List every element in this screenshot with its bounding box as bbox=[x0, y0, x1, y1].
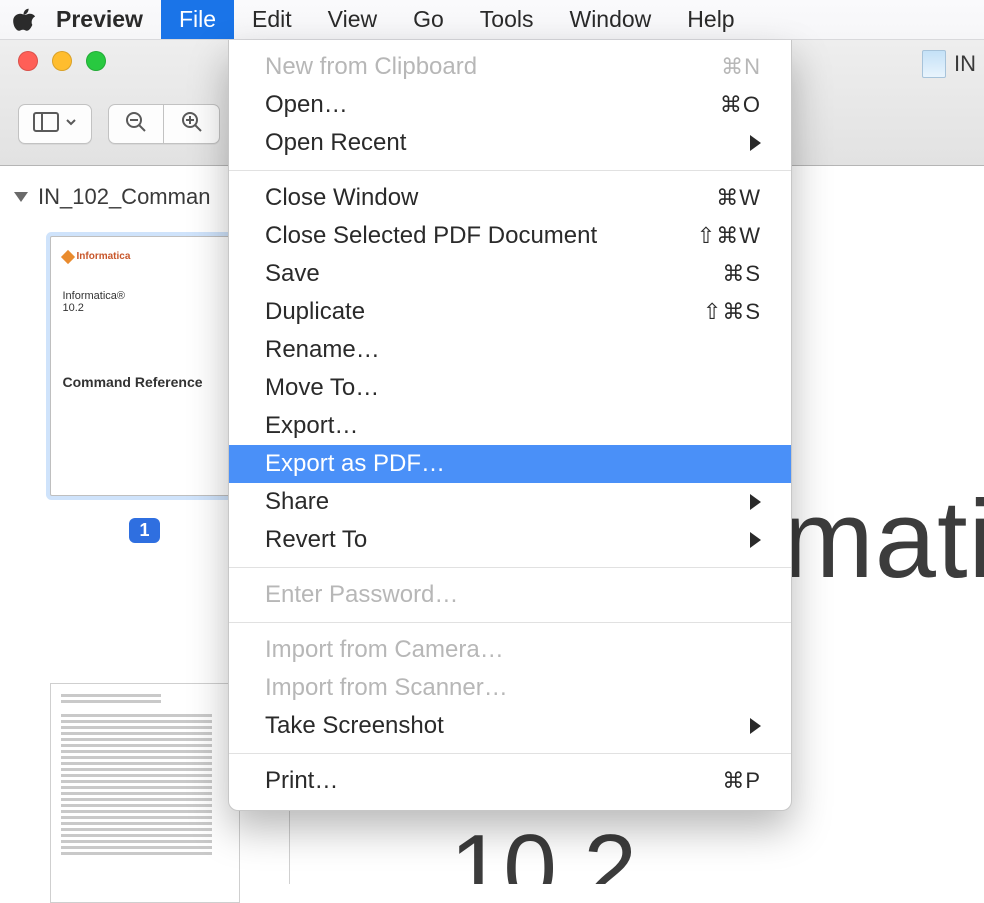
doc-fragment-3: 10 2 bbox=[450, 814, 637, 884]
app-name[interactable]: Preview bbox=[48, 6, 161, 33]
menuitem-enter-password: Enter Password… bbox=[229, 576, 791, 614]
menu-help[interactable]: Help bbox=[669, 0, 752, 39]
menu-file[interactable]: File bbox=[161, 0, 234, 39]
menuitem-label: Enter Password… bbox=[265, 581, 458, 609]
menuitem-open-recent[interactable]: Open Recent bbox=[229, 124, 791, 162]
menuitem-label: Save bbox=[265, 260, 320, 288]
brand-text: Informatica bbox=[77, 251, 131, 262]
thumb-title: Command Reference bbox=[63, 374, 227, 390]
submenu-arrow-icon bbox=[750, 532, 761, 548]
menu-view[interactable]: View bbox=[310, 0, 395, 39]
disclosure-triangle-icon bbox=[14, 192, 28, 202]
menuitem-shortcut: ⌘P bbox=[722, 768, 761, 794]
menuitem-take-screenshot[interactable]: Take Screenshot bbox=[229, 707, 791, 745]
menu-separator bbox=[229, 622, 791, 623]
window-title: IN bbox=[922, 50, 976, 78]
menu-window[interactable]: Window bbox=[551, 0, 669, 39]
thumb-product: Informatica® bbox=[63, 290, 227, 302]
page-number-badge[interactable]: 1 bbox=[129, 518, 159, 543]
menuitem-shortcut: ⌘W bbox=[716, 185, 761, 211]
chevron-down-icon bbox=[65, 115, 77, 133]
menuitem-label: Share bbox=[265, 488, 329, 516]
menuitem-shortcut: ⌘N bbox=[721, 54, 761, 80]
menuitem-export-as-pdf[interactable]: Export as PDF… bbox=[229, 445, 791, 483]
menuitem-label: Import from Scanner… bbox=[265, 674, 508, 702]
window-title-text: IN bbox=[954, 51, 976, 77]
traffic-lights bbox=[18, 51, 106, 71]
menuitem-print[interactable]: Print… ⌘P bbox=[229, 762, 791, 800]
menuitem-export[interactable]: Export… bbox=[229, 407, 791, 445]
menuitem-save[interactable]: Save ⌘S bbox=[229, 255, 791, 293]
menuitem-label: Close Window bbox=[265, 184, 418, 212]
menu-separator bbox=[229, 567, 791, 568]
page-thumbnail-1[interactable]: Informatica Informatica® 10.2 Command Re… bbox=[50, 236, 240, 496]
menuitem-label: Export… bbox=[265, 412, 358, 440]
menuitem-label: Move To… bbox=[265, 374, 379, 402]
menuitem-revert-to[interactable]: Revert To bbox=[229, 521, 791, 559]
submenu-arrow-icon bbox=[750, 494, 761, 510]
menuitem-label: Import from Camera… bbox=[265, 636, 504, 664]
submenu-arrow-icon bbox=[750, 135, 761, 151]
sidebar-doc-name: IN_102_Comman bbox=[38, 184, 210, 210]
sidebar-icon bbox=[33, 112, 59, 137]
menuitem-duplicate[interactable]: Duplicate ⇧⌘S bbox=[229, 293, 791, 331]
menuitem-label: Duplicate bbox=[265, 298, 365, 326]
menu-edit[interactable]: Edit bbox=[234, 0, 310, 39]
thumb-version: 10.2 bbox=[63, 302, 227, 314]
menu-go[interactable]: Go bbox=[395, 0, 462, 39]
menuitem-shortcut: ⌘S bbox=[722, 261, 761, 287]
sidebar-toggle-button[interactable] bbox=[18, 104, 92, 144]
menuitem-import-from-camera: Import from Camera… bbox=[229, 631, 791, 669]
menuitem-close-window[interactable]: Close Window ⌘W bbox=[229, 179, 791, 217]
menu-separator bbox=[229, 753, 791, 754]
zoom-group bbox=[108, 104, 220, 144]
menuitem-close-selected-pdf-document[interactable]: Close Selected PDF Document ⇧⌘W bbox=[229, 217, 791, 255]
zoom-out-icon bbox=[124, 110, 148, 139]
menuitem-import-from-scanner: Import from Scanner… bbox=[229, 669, 791, 707]
menuitem-label: New from Clipboard bbox=[265, 53, 477, 81]
menuitem-open[interactable]: Open… ⌘O bbox=[229, 86, 791, 124]
file-menu-dropdown: New from Clipboard ⌘N Open… ⌘O Open Recent Cl… bbox=[228, 40, 792, 811]
menuitem-share[interactable]: Share bbox=[229, 483, 791, 521]
apple-menu[interactable] bbox=[0, 7, 48, 33]
menuitem-label: Revert To bbox=[265, 526, 367, 554]
menuitem-shortcut: ⇧⌘W bbox=[697, 223, 761, 249]
menubar: Preview FileEditViewGoToolsWindowHelp bbox=[0, 0, 984, 40]
menuitem-label: Open… bbox=[265, 91, 348, 119]
brand-logo-icon bbox=[60, 249, 74, 263]
menuitem-label: Open Recent bbox=[265, 129, 406, 157]
menuitem-new-from-clipboard: New from Clipboard ⌘N bbox=[229, 48, 791, 86]
menuitem-shortcut: ⇧⌘S bbox=[703, 299, 761, 325]
document-icon bbox=[922, 50, 946, 78]
menuitem-move-to[interactable]: Move To… bbox=[229, 369, 791, 407]
zoom-in-icon bbox=[180, 110, 204, 139]
menu-separator bbox=[229, 170, 791, 171]
menuitem-rename[interactable]: Rename… bbox=[229, 331, 791, 369]
menuitem-shortcut: ⌘O bbox=[720, 92, 761, 118]
menuitem-label: Close Selected PDF Document bbox=[265, 222, 597, 250]
menuitem-label: Rename… bbox=[265, 336, 380, 364]
page-thumbnail-2[interactable] bbox=[50, 683, 240, 903]
minimize-window-button[interactable] bbox=[52, 51, 72, 71]
menuitem-label: Export as PDF… bbox=[265, 450, 445, 478]
close-window-button[interactable] bbox=[18, 51, 38, 71]
submenu-arrow-icon bbox=[750, 718, 761, 734]
menu-tools[interactable]: Tools bbox=[462, 0, 552, 39]
brand-row: Informatica bbox=[63, 251, 227, 262]
zoom-in-button[interactable] bbox=[164, 104, 220, 144]
zoom-window-button[interactable] bbox=[86, 51, 106, 71]
menuitem-label: Take Screenshot bbox=[265, 712, 444, 740]
menuitem-label: Print… bbox=[265, 767, 338, 795]
zoom-out-button[interactable] bbox=[108, 104, 164, 144]
